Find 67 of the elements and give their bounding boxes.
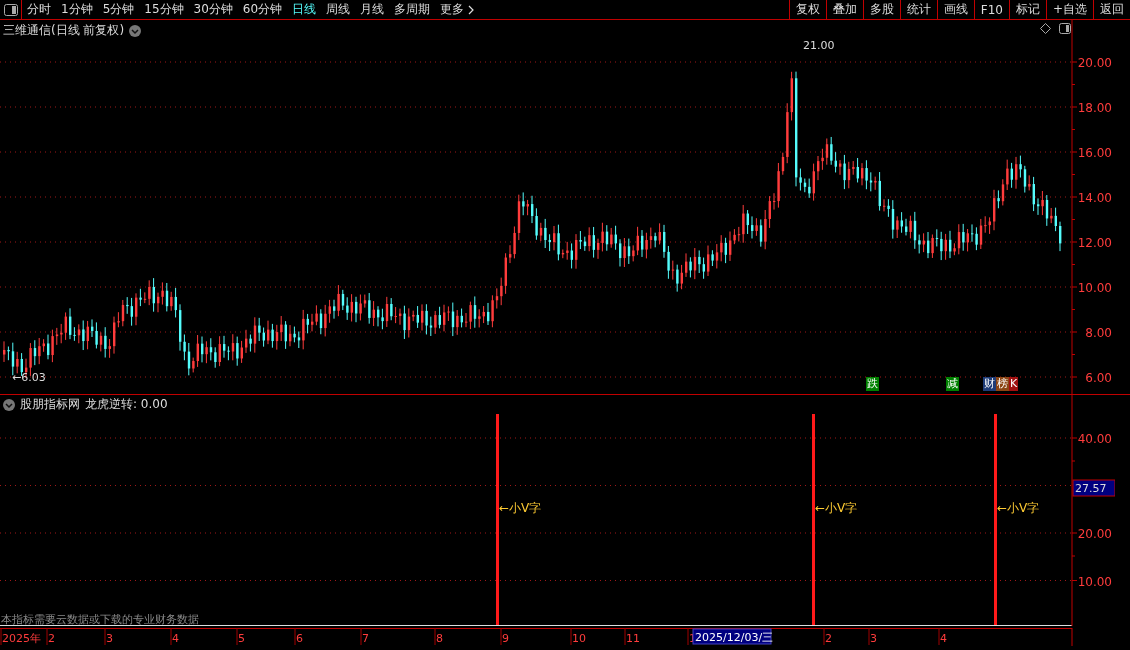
chevron-right-icon: [467, 4, 476, 15]
price-axis-label: 12.00: [1077, 236, 1112, 250]
toolbar-button[interactable]: 统计: [899, 0, 937, 19]
low-price-label: ←6.03: [12, 371, 46, 384]
date-axis-label: 2025年: [2, 632, 41, 645]
event-marker[interactable]: 财: [983, 377, 996, 391]
price-axis-label: 18.00: [1077, 101, 1112, 115]
chart-title: 三维通信(日线 前复权): [3, 22, 125, 39]
toolbar-button[interactable]: 多股: [862, 0, 900, 19]
toolbar-button[interactable]: 标记: [1008, 0, 1046, 19]
price-axis-label: 20.00: [1077, 56, 1112, 70]
date-axis-label: 11: [626, 632, 640, 645]
date-axis-label: 4: [940, 632, 947, 645]
period-tab[interactable]: 30分钟: [188, 0, 238, 19]
toolbar-button[interactable]: 返回: [1093, 0, 1130, 19]
date-axis-label: 2: [825, 632, 832, 645]
indicator-axis-label: 20.00: [1077, 527, 1112, 541]
high-price-label: 21.00: [803, 39, 835, 52]
toolbar-button[interactable]: +自选: [1045, 0, 1093, 19]
date-axis-label: 7: [362, 632, 369, 645]
event-marker[interactable]: 减: [946, 377, 959, 391]
date-axis-label: 10: [572, 632, 586, 645]
dropdown-icon[interactable]: [3, 398, 15, 411]
event-marker[interactable]: 榜: [996, 377, 1009, 391]
toolbar-button[interactable]: 画线: [936, 0, 974, 19]
panel-toggle-icon[interactable]: [1059, 23, 1071, 34]
period-tab[interactable]: 月线: [355, 0, 390, 19]
date-axis-label: 3: [106, 632, 113, 645]
date-axis-label: 9: [502, 632, 509, 645]
date-axis-label: 8: [436, 632, 443, 645]
price-axis-label: 16.00: [1077, 146, 1112, 160]
dropdown-icon[interactable]: [129, 24, 142, 37]
panel-toggle-icon: [3, 3, 18, 16]
indicator-axis-label: 10.00: [1077, 574, 1112, 589]
date-axis-label: 5: [238, 632, 245, 645]
price-axis-label: 6.00: [1085, 371, 1112, 385]
period-tab[interactable]: 多周期: [389, 0, 436, 19]
price-axis-label: 8.00: [1085, 326, 1112, 340]
toolbar-button[interactable]: F10: [973, 0, 1009, 19]
price-axis-label: 10.00: [1077, 281, 1112, 295]
period-tab[interactable]: 分时: [22, 0, 56, 19]
indicator-value: 龙虎逆转: 0.00: [85, 396, 168, 413]
event-marker[interactable]: K: [1009, 377, 1019, 391]
signal-label: ←小V字: [499, 501, 542, 515]
date-axis-label: 3: [870, 632, 877, 645]
period-tab[interactable]: 15分钟: [139, 0, 189, 19]
signal-label: ←小V字: [997, 501, 1040, 515]
event-marker[interactable]: 跌: [866, 377, 879, 391]
period-tab[interactable]: 5分钟: [97, 0, 140, 19]
more-tab[interactable]: 更多: [435, 0, 481, 19]
period-tab[interactable]: 1分钟: [56, 0, 98, 19]
notice-text: 本指标需要云数据或下载的专业财务数据: [1, 613, 199, 626]
signal-label: ←小V字: [815, 501, 858, 515]
toolbar-button[interactable]: 复权: [788, 0, 826, 19]
toolbar-button[interactable]: 叠加: [825, 0, 863, 19]
current-value-tag: 27.57: [1072, 479, 1115, 497]
date-axis-label: 6: [296, 632, 303, 645]
date-axis-label: 2: [48, 632, 55, 645]
period-tab[interactable]: 60分钟: [237, 0, 288, 19]
diamond-icon[interactable]: [1040, 23, 1051, 34]
cursor-date-tag: 2025/12/03/三: [692, 628, 774, 645]
indicator-axis-label: 40.00: [1077, 432, 1112, 446]
period-tab[interactable]: 周线: [321, 0, 356, 19]
date-axis-label: 4: [172, 632, 179, 645]
indicator-source: 股朋指标网: [20, 396, 80, 413]
price-axis-label: 14.00: [1077, 191, 1112, 205]
period-tab[interactable]: 日线: [287, 0, 322, 19]
